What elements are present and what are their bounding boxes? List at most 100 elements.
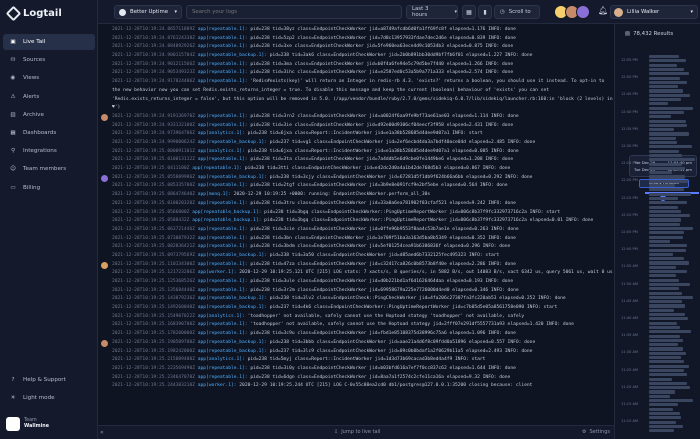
log-line[interactable]: 2021-12-28T10:19:24.933132100Z app[repea… bbox=[98, 122, 614, 131]
log-line[interactable]: 2021-12-28T10:19:25.121723286Z app[worke… bbox=[98, 269, 614, 278]
log-line[interactable]: 2021-12-28T10:19:24.865711889Z app[repea… bbox=[98, 26, 614, 35]
log-line[interactable]: 2021-12-28T10:19:25.223569490Z app[repea… bbox=[98, 365, 614, 374]
bookmark-icon: ▮ bbox=[483, 8, 487, 16]
log-line[interactable]: 2021-12-28T10:19:24.901211566Z app[repea… bbox=[98, 61, 614, 70]
log-line[interactable]: 2021-12-28T10:19:25.010013112Z app[repea… bbox=[98, 156, 614, 165]
sidebar-nav: ▣ Live Tail ⛁ Sources ◉ Views ⚠ Alerts ▥ Archive ▦… bbox=[3, 34, 95, 198]
histogram-bar bbox=[649, 291, 682, 295]
sidebar-item-live-tail[interactable]: ▣ Live Tail bbox=[3, 34, 95, 50]
log-timestamp: 2021-12-28T10:19:25.234647070Z bbox=[112, 374, 195, 380]
histogram-bar bbox=[649, 72, 689, 76]
log-message: pid=238 tid=3ak6 class=EndpointCheckWork… bbox=[269, 53, 533, 59]
sidebar: Logtail ▣ Live Tail ⛁ Sources ◉ Views ⚠ Alerts ▥… bbox=[0, 0, 98, 439]
log-message: pid=238 tid=3cjy class=EndpointCheckWork… bbox=[269, 174, 533, 180]
log-line[interactable]: 2021-12-28T10:19:25.073087932Z app[repea… bbox=[98, 235, 614, 244]
log-line[interactable]: 2021-12-28T10:19:25.190509700Z app[repea… bbox=[98, 339, 614, 348]
log-message: pid=237 tid=3lc9 class=EndpointCheckWork… bbox=[269, 348, 533, 354]
logo[interactable]: Logtail bbox=[5, 5, 62, 21]
source-select[interactable]: Better Uptime ▾ bbox=[114, 5, 182, 19]
log-line[interactable]: 2021-12-28T10:19:25.110134300Z app[repea… bbox=[98, 261, 614, 270]
sidebar-item-views[interactable]: ◉ Views bbox=[3, 70, 95, 86]
sidebar-item-light-mode[interactable]: ☀ Light mode bbox=[3, 390, 95, 406]
log-line[interactable]: 2021-12-28T10:19:25.055889986Z app[repea… bbox=[98, 174, 614, 183]
user-menu[interactable]: Lillia Walker ▾ bbox=[610, 5, 698, 19]
log-line[interactable]: 2021-12-28T10:19:25.063721446Z app[repea… bbox=[98, 226, 614, 235]
scroll-to-button[interactable]: ◷ Scroll to bbox=[494, 5, 540, 19]
log-avatar bbox=[101, 261, 108, 269]
histogram-bar bbox=[649, 287, 679, 291]
search-input[interactable] bbox=[186, 5, 402, 19]
sidebar-item-billing[interactable]: ▭ Billing bbox=[3, 180, 95, 196]
log-line[interactable]: 2021-12-28T10:19:25.143879236Z app[repea… bbox=[98, 295, 614, 304]
log-timestamp: 2021-12-28T10:19:25.143879236Z bbox=[112, 296, 195, 302]
histogram-bar bbox=[649, 295, 693, 299]
log-timestamp: 2021-12-28T10:19:25.0588432Z bbox=[112, 218, 190, 224]
histogram-bar bbox=[649, 416, 681, 420]
log-timestamp: 2021-12-28T10:19:25.223569490Z bbox=[112, 365, 195, 371]
log-app-tag: app[repeatable.1]: bbox=[197, 279, 248, 285]
log-line[interactable]: 2021-12-28T10:19:25.234647070Z app[repea… bbox=[98, 374, 614, 383]
time-range-select[interactable]: Last 3 hours ▾ bbox=[406, 5, 458, 19]
calendar-button[interactable]: ▦ bbox=[462, 5, 476, 19]
histogram-bar bbox=[649, 429, 674, 433]
histogram-bar bbox=[649, 399, 693, 403]
log-app-tag: app[analytics.1]: bbox=[197, 357, 245, 363]
log-line[interactable]: 2021-12-28T10:19:24.900115704Z app[repea… bbox=[98, 52, 614, 61]
jump-to-live-tail-button[interactable]: ⇩ Jump to live tail bbox=[334, 429, 380, 435]
log-line[interactable]: 2021-12-28T10:19:25.082836421Z app[repea… bbox=[98, 243, 614, 252]
collaborator-avatars[interactable] bbox=[554, 5, 590, 19]
log-line[interactable]: 2021-12-28T10:19:25.010020320Z app[repea… bbox=[98, 200, 614, 209]
histogram-bar bbox=[649, 300, 682, 304]
log-line[interactable]: 2021-12-28T10:19:25.215089480Z app[analy… bbox=[98, 356, 614, 365]
log-line[interactable]: 2021-12-28T10:19:25.178200000Z app[repea… bbox=[98, 330, 614, 339]
histogram-time-label: 12:50 PM bbox=[621, 75, 638, 80]
collapse-sidebar-icon[interactable]: « bbox=[100, 429, 104, 436]
log-line[interactable]: 2021-12-28T10:19:25.086474640Z app[monq.… bbox=[98, 191, 614, 200]
log-line[interactable]: 2021-12-28T10:19:25.168390700Z app[repea… bbox=[98, 321, 614, 330]
histogram-bar bbox=[649, 364, 689, 368]
app-name: Logtail bbox=[23, 7, 62, 19]
log-line[interactable]: 2021-12-28T10:19:24.999000624Z app[repea… bbox=[98, 139, 614, 148]
sidebar-item-archive[interactable]: ▥ Archive bbox=[3, 107, 95, 123]
histogram-bar bbox=[649, 403, 678, 407]
notification-bell-icon[interactable]: 🔔︎ bbox=[598, 6, 608, 15]
log-line[interactable]: 2021-12-28T10:19:24.884892926Z app[repea… bbox=[98, 43, 614, 52]
log-line[interactable]: 2021-12-28T10:19:25.149260040Z app[repea… bbox=[98, 304, 614, 313]
log-app-tag: app[repeatable_backup.1]: bbox=[197, 53, 267, 59]
sidebar-item-help-support[interactable]: ? Help & Support bbox=[3, 372, 95, 388]
log-line[interactable]: 2021-12-28T10:19:25.135684440Z app[repea… bbox=[98, 287, 614, 296]
log-message: pid=238 tid=5myj class=Report::IncidentW… bbox=[247, 357, 486, 363]
log-app-tag: app[repeatable.1]: bbox=[197, 27, 248, 32]
histogram-panel[interactable]: ▤ 78,432 Results Tue Dec 29 12:04:40 pm … bbox=[614, 24, 700, 439]
log-line[interactable]: 2021-12-28T10:19:25.244383210Z app[worke… bbox=[98, 382, 614, 391]
sidebar-item-alerts[interactable]: ⚠ Alerts bbox=[3, 89, 95, 105]
team-switcher[interactable]: Team Wallmine bbox=[6, 415, 94, 433]
log-line[interactable]: 2021-12-28T10:19:25.125368526Z app[repea… bbox=[98, 278, 614, 287]
log-stream[interactable]: 2021-12-28T10:19:24.865711889Z app[repea… bbox=[98, 24, 614, 425]
log-line[interactable]: 2021-12-28T10:19:25.0411100Z app[repeata… bbox=[98, 165, 614, 174]
log-line[interactable]: 2021-12-28T10:19:24.919136970Z app[repea… bbox=[98, 113, 614, 122]
sidebar-item-sources[interactable]: ⛁ Sources bbox=[3, 52, 95, 68]
sidebar-item-label: Alerts bbox=[23, 93, 40, 100]
log-line[interactable]: 2021-12-28T10:19:24.917824406Z app[repea… bbox=[98, 78, 614, 113]
log-line[interactable]: 2021-12-28T10:19:24.905349323Z app[repea… bbox=[98, 69, 614, 78]
log-line[interactable]: 2021-12-28T10:19:25.0588432Z app[repeata… bbox=[98, 217, 614, 226]
log-app-tag: app[repeatable_backup.1]: bbox=[197, 305, 267, 311]
log-line[interactable]: 2021-12-28T10:19:25.097379569Z app[repea… bbox=[98, 252, 614, 261]
sidebar-item-integrations[interactable]: ⚲ Integrations bbox=[3, 143, 95, 159]
histogram-bar bbox=[649, 227, 693, 231]
histogram-bar bbox=[649, 360, 684, 364]
log-line[interactable]: 2021-12-28T10:19:24.973964786Z app[analy… bbox=[98, 130, 614, 139]
sidebar-item-team-members[interactable]: ☺ Team members bbox=[3, 161, 95, 177]
log-line[interactable]: 2021-12-28T10:19:25.085335700Z app[repea… bbox=[98, 182, 614, 191]
logtail-logo-icon bbox=[5, 5, 22, 21]
log-message: pid=238 tid=3bgq class=EndpointCheckWork… bbox=[264, 218, 594, 224]
sidebar-item-dashboards[interactable]: ▦ Dashboards bbox=[3, 125, 95, 141]
log-line[interactable]: 2021-12-28T10:19:24.876124338Z app[repea… bbox=[98, 35, 614, 44]
bookmark-button[interactable]: ▮ bbox=[478, 5, 492, 19]
log-line[interactable]: 2021-12-28T10:19:25.198242000Z app[repea… bbox=[98, 348, 614, 357]
log-line[interactable]: 2021-12-28T10:19:25.154907022Z app[analy… bbox=[98, 313, 614, 322]
log-line[interactable]: 2021-12-28T10:19:25.000091101Z app[analy… bbox=[98, 148, 614, 157]
log-line[interactable]: 2021-12-28T10:19:25.0566000Z app[repeata… bbox=[98, 209, 614, 218]
settings-button[interactable]: ⚙ Settings bbox=[582, 429, 610, 435]
